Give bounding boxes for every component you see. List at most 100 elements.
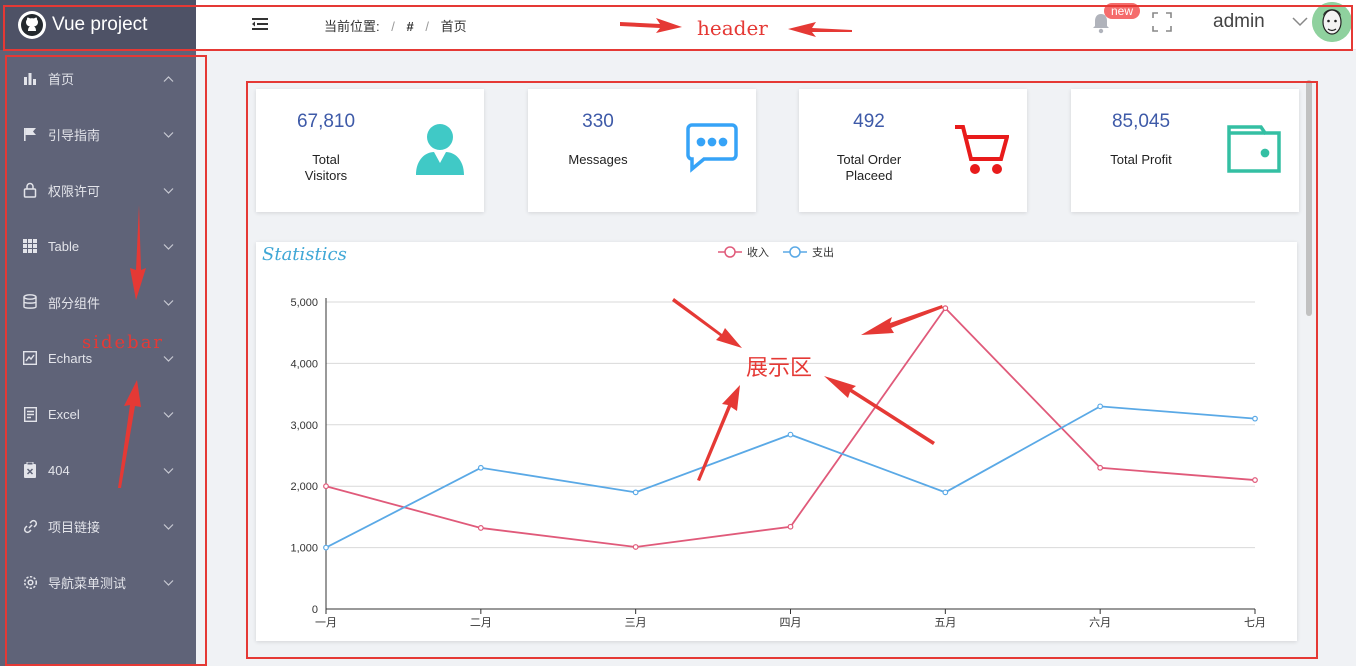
- data-point: [477, 525, 484, 531]
- sidebar-item[interactable]: 权限许可: [0, 162, 196, 218]
- series-line: [325, 306, 1256, 548]
- scrollbar[interactable]: [1306, 80, 1312, 316]
- line-chart-icon: [22, 350, 38, 366]
- legend-marker: [724, 246, 736, 258]
- x-tick-label: 六月: [1089, 616, 1111, 629]
- chevron-down-icon[interactable]: [1292, 14, 1308, 32]
- data-point: [632, 489, 639, 496]
- sidebar-item[interactable]: 404: [0, 442, 196, 498]
- fullscreen-icon[interactable]: [1152, 12, 1172, 37]
- stat-card-label: Visitors: [304, 168, 348, 183]
- line-chart: 0 1,000 2,000 3,000 4,000 5,000 一月 二月 三月 四月 五月 六月 七月…: [290, 245, 1266, 629]
- legend-marker: [789, 246, 801, 258]
- avatar[interactable]: [1312, 2, 1352, 42]
- github-icon: [18, 11, 46, 39]
- stat-card[interactable]: 67,810 Total Visitors: [256, 89, 484, 212]
- gear-icon: [22, 574, 38, 590]
- header: 当前位置: / # / 首页 new admin: [196, 0, 1356, 50]
- sidebar-item[interactable]: Excel: [0, 386, 196, 442]
- message-icon: [686, 123, 738, 178]
- breadcrumb-separator: /: [391, 19, 395, 34]
- statistics-chart-panel: Statistics 0 1,000 2,000 3,000 4,000 5,000 一月二…: [256, 242, 1297, 641]
- clipboard-icon: [22, 462, 38, 478]
- sidebar-item[interactable]: 导航菜单测试: [0, 554, 196, 610]
- data-point: [477, 464, 484, 471]
- y-tick-label: 1,000: [290, 543, 318, 555]
- sidebar-item-label: Table: [48, 238, 80, 254]
- stat-card-label: Total Order: [836, 152, 902, 167]
- brand-title: Vue project: [52, 14, 148, 35]
- stat-card-value: 67,810: [296, 111, 356, 132]
- sidebar-item[interactable]: Table: [0, 218, 196, 274]
- data-point: [787, 523, 794, 530]
- brand[interactable]: Vue project: [0, 0, 196, 50]
- breadcrumb-separator: /: [425, 19, 429, 34]
- data-point: [942, 489, 949, 496]
- data-point: [787, 431, 794, 438]
- stat-card[interactable]: 85,045 Total Profit: [1071, 89, 1299, 212]
- y-tick-label: 4,000: [290, 358, 318, 370]
- chevron-down-icon[interactable]: [163, 575, 174, 590]
- chevron-down-icon[interactable]: [163, 351, 174, 366]
- data-point: [632, 544, 639, 550]
- sidebar-item[interactable]: 部分组件: [0, 274, 196, 330]
- stat-card-value: 330: [582, 111, 614, 132]
- sidebar-item[interactable]: 首页: [0, 50, 196, 106]
- breadcrumb: 当前位置: / # / 首页: [324, 16, 475, 35]
- stat-card-label: Total: [312, 152, 340, 167]
- sidebar-item-label: Excel: [48, 406, 80, 422]
- x-tick-label: 七月: [1244, 616, 1266, 629]
- x-tick-label: 一月: [315, 616, 337, 629]
- sidebar-item[interactable]: 引导指南: [0, 106, 196, 162]
- sidebar-menu: 首页引导指南权限许可 Table 部分组件 Echarts Excel 404 项目链接导航…: [0, 50, 196, 610]
- cart-icon: [953, 123, 1010, 182]
- chevron-down-icon[interactable]: [163, 519, 174, 534]
- x-tick-label: 五月: [934, 616, 956, 629]
- sidebar-item-label: 项目链接: [48, 519, 101, 535]
- sidebar-item[interactable]: Echarts: [0, 330, 196, 386]
- chevron-down-icon[interactable]: [163, 463, 174, 478]
- chevron-down-icon[interactable]: [163, 183, 174, 198]
- x-tick-label: 二月: [470, 616, 492, 629]
- stat-card[interactable]: 492 Total Order Placeed: [799, 89, 1027, 212]
- chevron-down-icon[interactable]: [163, 127, 174, 142]
- stat-card-label: Messages: [568, 152, 628, 167]
- data-point: [323, 483, 329, 490]
- main-content: 67,810 Total Visitors 330 Messages 492 Total O…: [196, 50, 1356, 666]
- y-tick-label: 2,000: [290, 481, 318, 493]
- stat-card-value: 492: [853, 111, 885, 132]
- stat-card[interactable]: 330 Messages: [528, 89, 756, 212]
- sidebar-item-label: 权限许可: [48, 183, 101, 199]
- user-icon: [414, 123, 466, 180]
- bar-chart-icon: [22, 70, 38, 86]
- y-tick-label: 0: [312, 604, 318, 616]
- x-tick-label: 三月: [625, 616, 647, 629]
- chevron-down-icon[interactable]: [163, 239, 174, 254]
- sidebar-item-label: 部分组件: [48, 295, 101, 311]
- chevron-up-icon[interactable]: [163, 71, 174, 86]
- sidebar: Vue project 首页引导指南权限许可 Table 部分组件 Echarts Ex…: [0, 0, 196, 666]
- lock-icon: [22, 182, 38, 198]
- sidebar-item-label: 引导指南: [48, 127, 101, 143]
- app-root: Vue project 首页引导指南权限许可 Table 部分组件 Echarts Ex…: [0, 0, 1356, 666]
- sidebar-item[interactable]: 项目链接: [0, 498, 196, 554]
- chevron-down-icon[interactable]: [163, 295, 174, 310]
- sidebar-item-label: 首页: [48, 71, 75, 87]
- data-point: [942, 305, 949, 312]
- database-icon: [22, 294, 38, 310]
- sidebar-item-label: Echarts: [48, 350, 93, 366]
- breadcrumb-root[interactable]: #: [407, 19, 414, 34]
- flag-icon: [22, 126, 38, 142]
- data-point: [1097, 464, 1104, 471]
- stat-card-label: Placeed: [845, 168, 893, 183]
- document-icon: [22, 406, 38, 422]
- stat-card-label: Total Profit: [1110, 152, 1172, 167]
- chevron-down-icon[interactable]: [163, 407, 174, 422]
- username[interactable]: admin: [1213, 11, 1265, 33]
- data-point: [1252, 477, 1258, 483]
- wallet-icon: [1227, 123, 1281, 178]
- sidebar-item-label: 导航菜单测试: [48, 575, 127, 591]
- grid-icon: [22, 238, 38, 254]
- legend-label: 收入: [747, 245, 769, 259]
- hamburger-icon[interactable]: [252, 17, 268, 36]
